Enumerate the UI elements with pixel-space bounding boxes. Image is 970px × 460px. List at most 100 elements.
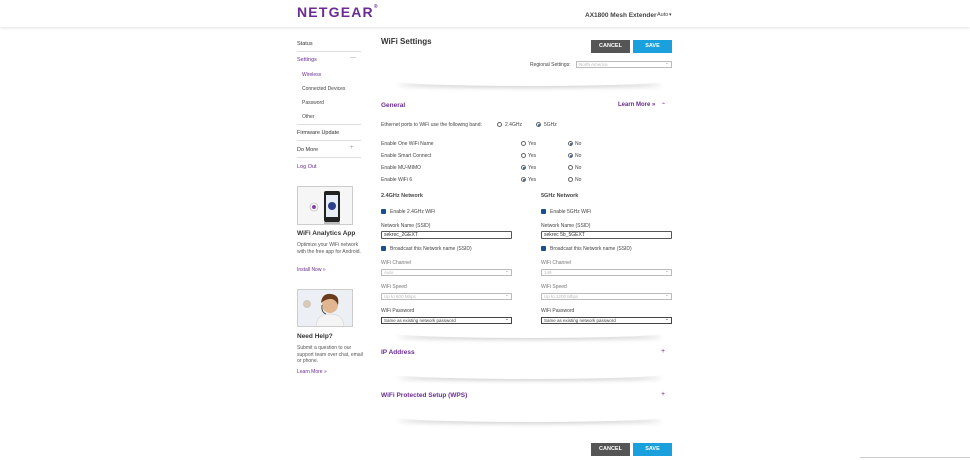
ip-address-section-title[interactable]: IP Address <box>381 349 415 356</box>
sidebar-item-firmware[interactable]: Firmware Update <box>297 130 361 136</box>
no-label: No <box>575 177 582 183</box>
sidebar-sub-other[interactable]: Other <box>302 114 315 120</box>
channel24-select[interactable]: Auto ⌄ <box>381 269 512 276</box>
band-24-label: 2.4GHz <box>505 122 522 128</box>
one-wifi-name-label: Enable One WiFi Name <box>381 141 434 147</box>
no-label: No <box>575 165 582 171</box>
analytics-title: WiFi Analytics App <box>297 230 356 237</box>
password24-label: WiFi Password <box>381 308 415 314</box>
mu-mimo-no-radio[interactable] <box>568 165 573 170</box>
learn-more-link[interactable]: Learn More » <box>618 102 655 108</box>
chevron-down-icon: ⌄ <box>664 60 669 66</box>
product-name: AX1800 Mesh Extender <box>585 12 657 19</box>
wps-section-title[interactable]: WiFi Protected Setup (WPS) <box>381 392 467 399</box>
support-image <box>297 289 353 327</box>
net5-title: 5GHz Network <box>541 193 579 199</box>
enable-5-label: Enable 5GHz WiFi <box>550 209 592 215</box>
netgear-logo[interactable]: NETGEAR® <box>297 4 379 20</box>
sidebar-item-logout[interactable]: Log Out <box>297 164 361 170</box>
password24-select[interactable]: Same as existing network password ⌄ <box>381 317 512 324</box>
sidebar-divider <box>297 140 361 141</box>
install-now-link[interactable]: Install Now » <box>297 267 326 273</box>
yes-label: Yes <box>528 177 537 183</box>
top-bar: NETGEAR® AX1800 Mesh Extender Auto ▾ <box>0 0 970 27</box>
password5-label: WiFi Password <box>541 308 575 314</box>
enable-5-checkbox[interactable] <box>541 209 546 214</box>
speed24-label: WiFi Speed <box>381 284 407 290</box>
page-title: WiFi Settings <box>381 37 432 46</box>
speed5-label: WiFi Speed <box>541 284 567 290</box>
chevron-down-icon: ⌄ <box>664 292 669 298</box>
smart-connect-no-radio[interactable] <box>568 153 573 158</box>
broadcast24-checkbox[interactable] <box>381 246 386 251</box>
smart-connect-label: Enable Smart Connect <box>381 153 432 159</box>
save-button[interactable]: SAVE <box>633 40 672 53</box>
speed24-select[interactable]: Up to 600 Mbps ⌄ <box>381 293 512 300</box>
sidebar-sub-wireless[interactable]: Wireless <box>302 72 321 78</box>
no-label: No <box>575 141 582 147</box>
band-5-label: 5GHz <box>544 122 557 128</box>
expand-plus-icon[interactable]: + <box>661 391 665 398</box>
bottom-edge-line <box>860 457 970 458</box>
channel24-label: WiFi Channel <box>381 260 412 266</box>
band-24-radio[interactable] <box>497 122 502 127</box>
section-divider <box>395 76 665 86</box>
no-label: No <box>575 153 582 159</box>
yes-label: Yes <box>528 141 537 147</box>
cancel-button[interactable]: CANCEL <box>591 40 630 53</box>
sidebar-divider <box>297 124 361 125</box>
expand-icon[interactable]: + <box>350 145 354 151</box>
chevron-up-icon[interactable]: ⌃ <box>661 102 666 109</box>
band-5-radio[interactable] <box>536 122 541 127</box>
section-divider <box>395 369 665 379</box>
enable-24-checkbox[interactable] <box>381 209 386 214</box>
section-divider <box>395 412 665 422</box>
sidebar-item-status[interactable]: Status <box>297 41 361 47</box>
cancel-button-bottom[interactable]: CANCEL <box>591 443 630 456</box>
help-text: Submit a question to our support team ov… <box>297 345 363 364</box>
chevron-down-icon: ⌄ <box>504 292 509 298</box>
help-learn-more-link[interactable]: Learn More » <box>297 369 327 375</box>
help-title: Need Help? <box>297 333 333 340</box>
caret-down-icon[interactable]: ▾ <box>669 12 672 18</box>
chevron-down-icon: ⌄ <box>664 268 669 274</box>
ethernet-band-label: Ethernet ports to WiFi use the following… <box>381 122 482 128</box>
one-wifi-name-yes-radio[interactable] <box>521 141 526 146</box>
analytics-app-image <box>297 186 353 225</box>
collapse-icon[interactable]: — <box>350 55 356 61</box>
chevron-down-icon: ⌄ <box>504 316 509 322</box>
smart-connect-yes-radio[interactable] <box>521 153 526 158</box>
broadcast24-label: Broadcast this Network name (SSID) <box>390 246 472 252</box>
regional-settings-select[interactable]: North America ⌄ <box>576 61 672 68</box>
sidebar-sub-connected-devices[interactable]: Connected Devices <box>302 86 345 92</box>
speed5-select[interactable]: Up to 1200 Mbps ⌄ <box>541 293 672 300</box>
ssid24-input[interactable]: sekrec_2GEXT <box>381 231 512 239</box>
language-select[interactable]: Auto <box>657 12 668 18</box>
password5-select[interactable]: Same as existing network password ⌄ <box>541 317 672 324</box>
channel5-select[interactable]: 149 ⌄ <box>541 269 672 276</box>
wifi6-yes-radio[interactable] <box>521 177 526 182</box>
wifi6-label: Enable WiFi 6 <box>381 177 413 183</box>
section-divider <box>395 328 665 338</box>
broadcast5-label: Broadcast this Network name (SSID) <box>550 246 632 252</box>
broadcast5-checkbox[interactable] <box>541 246 546 251</box>
sidebar-divider <box>297 51 361 52</box>
save-button-bottom[interactable]: SAVE <box>633 443 672 456</box>
ssid24-label: Network Name (SSID) <box>381 223 431 229</box>
yes-label: Yes <box>528 165 537 171</box>
expand-plus-icon[interactable]: + <box>661 348 665 355</box>
chevron-down-icon: ⌄ <box>664 316 669 322</box>
ssid5-input[interactable]: sekrec 5b_5GEXT <box>541 231 672 239</box>
net24-title: 2.4GHz Network <box>381 193 423 199</box>
yes-label: Yes <box>528 153 537 159</box>
regional-settings-label: Regional Settings: <box>530 62 571 68</box>
mu-mimo-yes-radio[interactable] <box>521 165 526 170</box>
analytics-text: Optimize your WiFi network with the free… <box>297 242 361 255</box>
ssid5-label: Network Name (SSID) <box>541 223 591 229</box>
sidebar-sub-password[interactable]: Password <box>302 100 324 106</box>
wifi6-no-radio[interactable] <box>568 177 573 182</box>
chevron-down-icon: ⌄ <box>504 268 509 274</box>
sidebar-divider <box>297 157 361 158</box>
general-section-title[interactable]: General <box>381 102 405 109</box>
one-wifi-name-no-radio[interactable] <box>568 141 573 146</box>
